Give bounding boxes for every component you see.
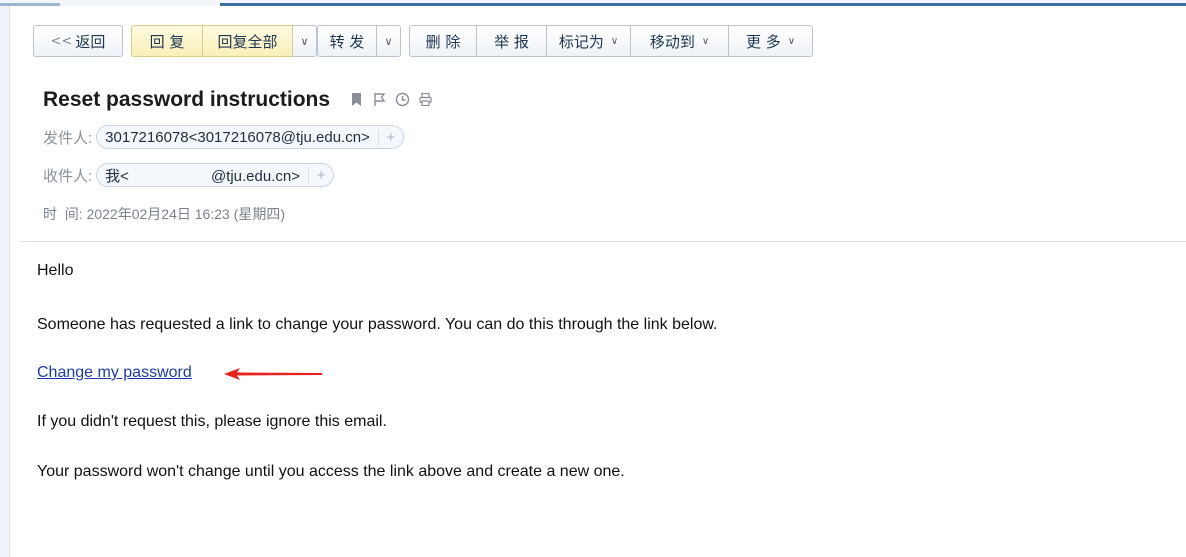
back-button[interactable]: << 返回 [33,25,123,57]
chevron-down-icon: ∨ [300,34,309,48]
recipient-row: 收件人: 我< @tju.edu.cn> + [43,163,334,187]
change-password-link[interactable]: Change my password [37,364,192,381]
clock-icon[interactable] [395,92,410,107]
recipient-prefix: 我< [105,167,129,185]
chevron-down-icon: ∨ [701,35,710,47]
top-accent-strip [0,0,1186,6]
body-paragraph-1: Someone has requested a link to change y… [37,316,718,333]
recipient-address: 我< @tju.edu.cn> [105,165,308,186]
reply-all-button[interactable]: 回复全部 [203,25,293,57]
sender-row: 发件人: 3017216078<3017216078@tju.edu.cn> + [43,125,404,149]
greeting-text: Hello [37,262,74,279]
annotation-arrow-icon [224,368,322,380]
forward-dropdown-button[interactable]: ∨ [377,25,401,57]
more-button[interactable]: 更 多 ∨ [729,25,813,57]
reply-dropdown-button[interactable]: ∨ [293,25,317,57]
report-button[interactable]: 举 报 [477,25,547,57]
time-label: 时 间: [43,206,83,222]
time-value: 2022年02月24日 16:23 (星期四) [86,206,285,222]
chevron-down-icon: ∨ [384,34,393,48]
move-to-button[interactable]: 移动到 ∨ [631,25,729,57]
add-contact-icon[interactable]: + [307,166,333,184]
accent-bar [220,3,1186,6]
sender-address-pill[interactable]: 3017216078<3017216078@tju.edu.cn> + [96,125,404,149]
chevron-down-icon: ∨ [610,35,619,47]
forward-label: 转 发 [329,32,365,51]
reply-all-label: 回复全部 [217,32,278,51]
more-label: 更 多 [745,32,781,51]
recipient-label: 收件人: [43,167,93,185]
delete-button[interactable]: 删 除 [409,25,477,57]
body-paragraph-2: If you didn't request this, please ignor… [37,413,387,430]
report-label: 举 报 [494,32,529,51]
back-label: 返回 [75,32,106,51]
add-contact-icon[interactable]: + [377,128,403,146]
header-divider [20,241,1186,242]
time-row: 时 间: 2022年02月24日 16:23 (星期四) [43,204,285,224]
sender-label: 发件人: [43,129,93,147]
mail-toolbar: << 返回 回 复 回复全部 ∨ 转 发 ∨ 删 除 举 报 标记为 ∨ 移动到… [33,24,813,58]
delete-label: 删 除 [425,32,461,51]
back-chevron-icon: << [50,33,73,49]
move-to-label: 移动到 [649,32,695,51]
bookmark-icon[interactable] [349,92,364,107]
reply-button[interactable]: 回 复 [131,25,203,57]
left-edge-panel [0,6,10,557]
sender-address: 3017216078<3017216078@tju.edu.cn> [105,128,370,146]
recipient-domain: @tju.edu.cn> [210,167,300,185]
body-paragraph-3: Your password won't change until you acc… [37,463,625,480]
mark-as-button[interactable]: 标记为 ∨ [547,25,631,57]
subject-actions [349,92,433,107]
recipient-address-pill[interactable]: 我< @tju.edu.cn> + [96,163,334,187]
mark-as-label: 标记为 [558,32,604,51]
print-icon[interactable] [418,92,433,107]
forward-button[interactable]: 转 发 [317,25,377,57]
chevron-down-icon: ∨ [787,35,796,47]
flag-icon[interactable] [372,92,387,107]
reply-label: 回 复 [149,32,185,51]
email-subject: Reset password instructions [43,88,331,111]
